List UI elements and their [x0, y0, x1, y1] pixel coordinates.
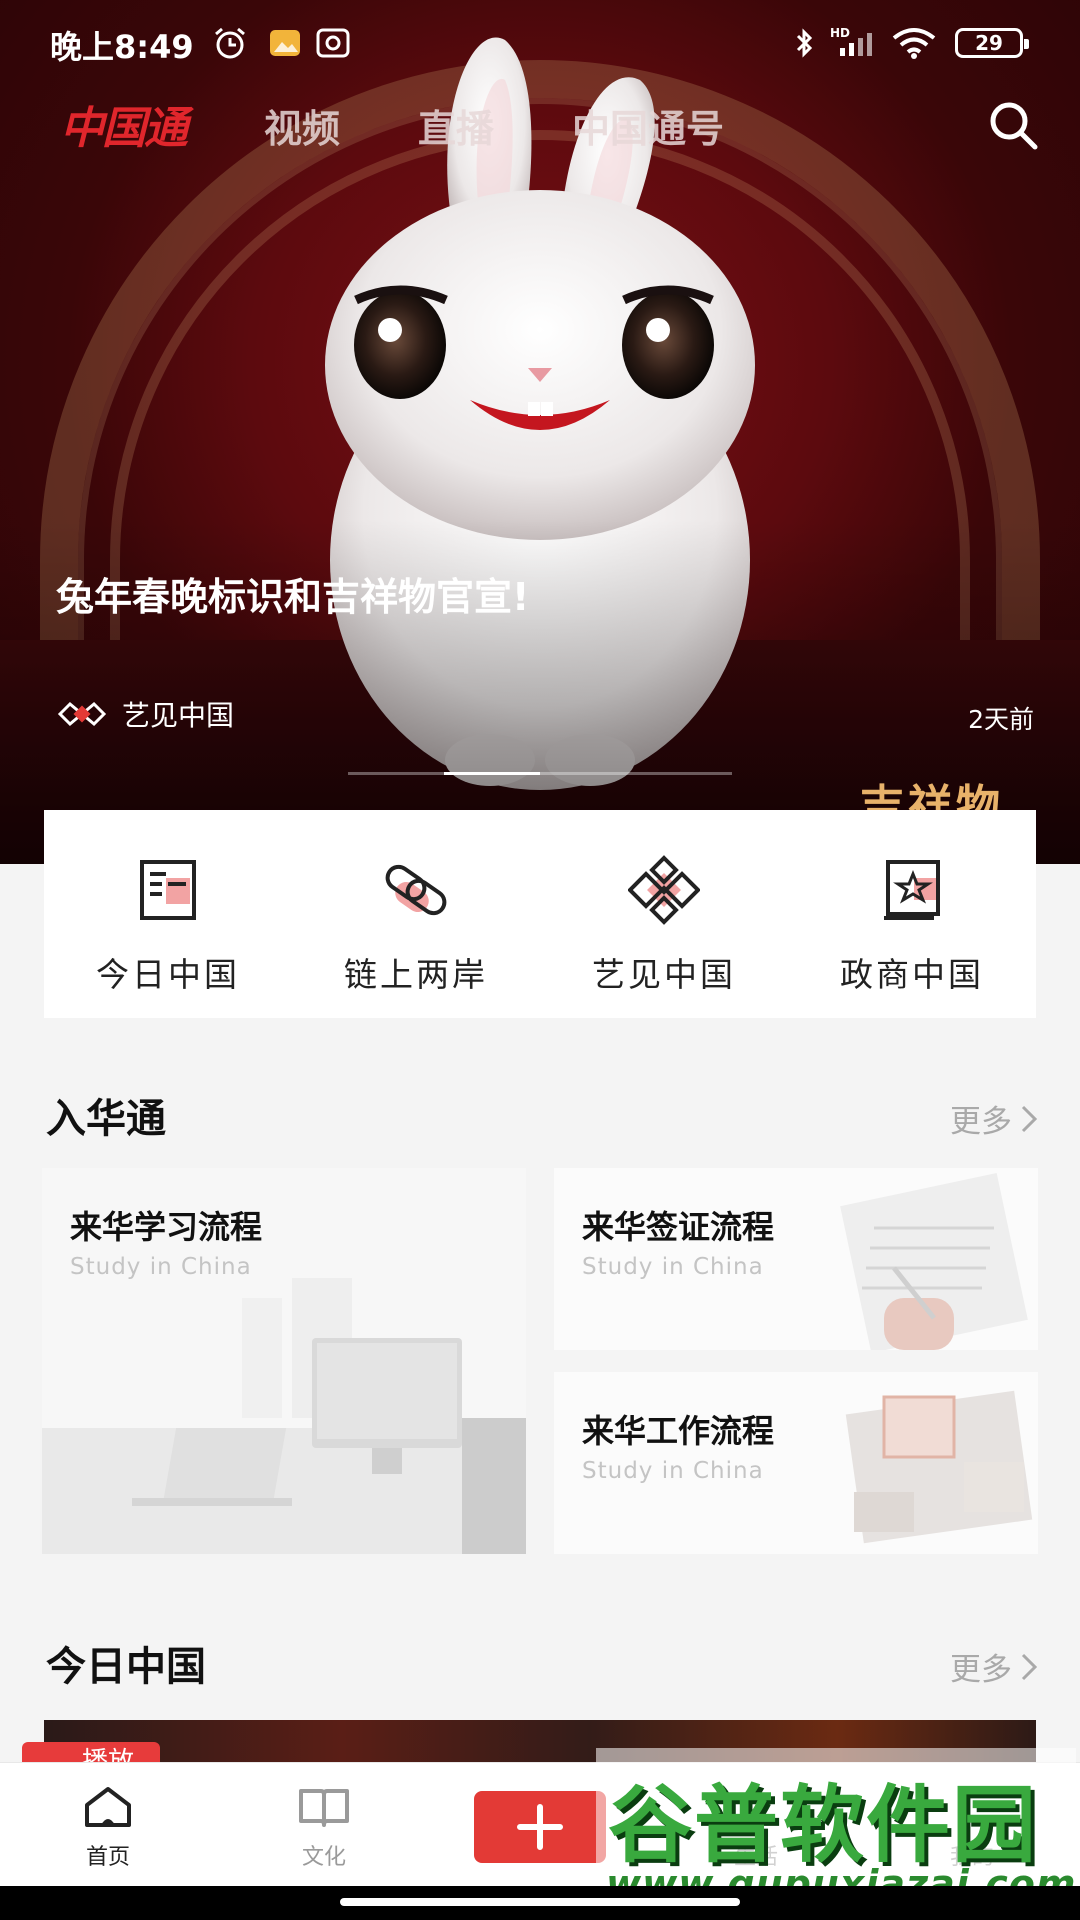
alarm-icon [215, 27, 245, 59]
nav-culture[interactable]: 文化 [264, 1783, 384, 1871]
hero-timestamp: 2天前 [968, 705, 1034, 734]
carousel-dot [540, 772, 636, 775]
card-title: 来华学习流程 [70, 1208, 263, 1246]
category-label: 艺见中国 [592, 955, 736, 994]
more-link-today-china[interactable]: 更多 [950, 1644, 1038, 1689]
tab-live[interactable]: 直播 [418, 98, 494, 153]
more-link-huatong[interactable]: 更多 [950, 1096, 1038, 1141]
card-subtitle: Study in China [70, 1254, 252, 1280]
tab-china-channel[interactable]: 中国通号 [572, 98, 724, 153]
status-bar: 晚上8:49 HD 29 [0, 0, 1080, 86]
card-subtitle: Study in China [582, 1254, 764, 1280]
card-study-process[interactable]: 来华学习流程 Study in China [42, 1168, 526, 1554]
category-business-china[interactable]: 政商中国 [788, 810, 1036, 1018]
carousel-dot [636, 772, 732, 775]
carousel-indicator [348, 772, 732, 776]
category-label: 链上两岸 [344, 955, 488, 994]
status-time: 晚上8:49 [50, 28, 194, 66]
system-home-bar [0, 1886, 1080, 1920]
more-label: 更多 [950, 1104, 1012, 1140]
battery-indicator: 29 [955, 28, 1029, 58]
plus-icon [517, 1804, 563, 1850]
top-navigation: 中国通 视频 直播 中国通号 [0, 92, 1080, 158]
add-button[interactable] [474, 1791, 606, 1863]
chevron-right-icon [1021, 1105, 1038, 1132]
signal-icon [840, 33, 872, 56]
star-badge-icon [884, 860, 940, 920]
book-icon [299, 1789, 349, 1827]
category-shortcuts: 今日中国 链上两岸 艺见中国 政商中国 [44, 810, 1036, 1018]
wifi-icon [892, 28, 936, 59]
category-cross-strait[interactable]: 链上两岸 [292, 810, 540, 1018]
home-indicator[interactable] [340, 1898, 740, 1906]
more-label: 更多 [950, 1652, 1012, 1688]
category-art-china[interactable]: 艺见中国 [540, 810, 788, 1018]
nav-label: 首页 [85, 1845, 130, 1870]
category-label: 政商中国 [840, 955, 984, 994]
nav-home[interactable]: 首页 [48, 1783, 168, 1871]
gallery-icon [270, 30, 300, 56]
hero-source[interactable]: 艺见中国 [56, 692, 234, 736]
diamond-knot-icon [628, 855, 700, 925]
card-visa-process[interactable]: 来华签证流程 Study in China [554, 1168, 1038, 1350]
card-title: 来华工作流程 [582, 1412, 775, 1450]
hero-source-name: 艺见中国 [122, 699, 235, 732]
category-label: 今日中国 [96, 955, 240, 994]
section-title-huatong: 入华通 [46, 1096, 166, 1142]
section-title-today-china: 今日中国 [46, 1644, 206, 1690]
tab-video[interactable]: 视频 [264, 98, 340, 153]
settings-icon [316, 28, 350, 58]
home-icon [85, 1787, 131, 1827]
app-logo[interactable]: 中国通 [60, 92, 188, 156]
carousel-dot [348, 772, 444, 775]
chevron-right-icon [1021, 1653, 1038, 1680]
link-icon [385, 864, 447, 916]
card-work-process[interactable]: 来华工作流程 Study in China [554, 1372, 1038, 1554]
watermark-title: 谷普软件园 [608, 1776, 1039, 1874]
newspaper-icon [140, 860, 196, 920]
diamond-knot-icon [57, 701, 107, 727]
carousel-dot-active [444, 772, 540, 775]
card-title: 来华签证流程 [582, 1208, 775, 1246]
search-icon[interactable] [986, 98, 1040, 152]
nav-label: 文化 [301, 1845, 346, 1870]
hero-headline[interactable]: 兔年春晚标识和吉祥物官宣! [56, 572, 576, 622]
bluetooth-icon [796, 28, 813, 58]
category-today-china[interactable]: 今日中国 [44, 810, 292, 1018]
card-subtitle: Study in China [582, 1458, 764, 1484]
